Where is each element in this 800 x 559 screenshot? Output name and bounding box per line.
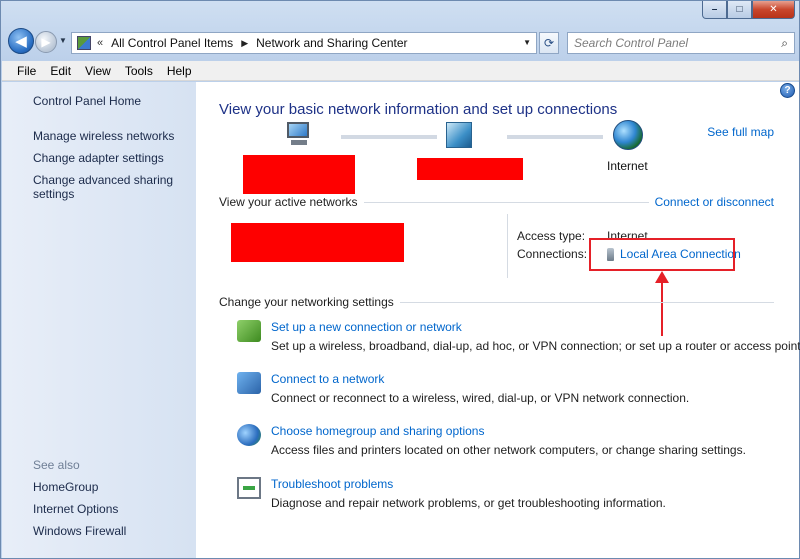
network-map-line [507, 135, 603, 139]
breadcrumb-all-items[interactable]: All Control Panel Items [111, 36, 233, 50]
troubleshoot-desc: Diagnose and repair network problems, or… [271, 496, 666, 510]
minimize-button[interactable]: – [702, 1, 727, 19]
menu-bar: File Edit View Tools Help [2, 61, 799, 81]
forward-arrow-icon[interactable]: ▶ [35, 31, 57, 53]
homegroup-icon [237, 424, 261, 446]
page-title: View your basic network information and … [219, 101, 618, 118]
sidebar: Control Panel Home Manage wireless netwo… [2, 82, 196, 558]
help-icon[interactable]: ? [780, 83, 795, 98]
connect-network-link[interactable]: Connect to a network [271, 372, 384, 386]
close-button[interactable]: ✕ [752, 1, 795, 19]
search-box: ⌕ [567, 32, 795, 54]
redacted-active-network [231, 223, 404, 262]
new-connection-icon [237, 320, 261, 342]
breadcrumb-separator[interactable]: ▶ [241, 38, 248, 49]
sidebar-change-sharing[interactable]: Change advanced sharing [33, 173, 173, 187]
annotation-arrow-line [661, 279, 663, 336]
setup-connection-link[interactable]: Set up a new connection or network [271, 320, 462, 334]
networking-settings-heading: Change your networking settings [219, 295, 400, 309]
address-bar[interactable]: « All Control Panel Items ▶ Network and … [71, 32, 537, 54]
menu-edit[interactable]: Edit [43, 64, 78, 78]
annotation-highlight-box [589, 238, 735, 271]
address-dropdown-icon[interactable]: ▼ [523, 38, 531, 47]
breadcrumb-overflow[interactable]: « [97, 37, 103, 49]
sidebar-change-adapter[interactable]: Change adapter settings [33, 151, 164, 165]
sidebar-manage-wireless[interactable]: Manage wireless networks [33, 129, 174, 143]
breadcrumb-network-center[interactable]: Network and Sharing Center [256, 36, 407, 50]
sidebar-internet-options[interactable]: Internet Options [33, 502, 118, 516]
troubleshoot-link[interactable]: Troubleshoot problems [271, 477, 393, 491]
computer-icon [285, 122, 313, 148]
navigation-bar: ◀ ▶ ▼ « All Control Panel Items ▶ Networ… [1, 23, 800, 61]
main-pane: ? View your basic network information an… [196, 82, 800, 558]
caption-buttons: – □ ✕ [702, 1, 795, 20]
network-map-line [341, 135, 437, 139]
connections-label: Connections: [517, 247, 588, 261]
network-hub-icon [446, 122, 472, 148]
history-dropdown-icon[interactable]: ▼ [59, 36, 67, 45]
maximize-button[interactable]: □ [727, 1, 752, 19]
setup-connection-desc: Set up a wireless, broadband, dial-up, a… [271, 339, 800, 353]
menu-help[interactable]: Help [160, 64, 199, 78]
troubleshoot-icon [237, 477, 261, 499]
active-networks-heading: View your active networks [219, 195, 364, 209]
control-panel-icon [77, 36, 91, 50]
globe-icon [613, 120, 643, 150]
refresh-icon[interactable]: ⟳ [539, 32, 559, 54]
sidebar-windows-firewall[interactable]: Windows Firewall [33, 524, 126, 538]
sidebar-change-sharing-cont[interactable]: settings [33, 187, 74, 201]
see-full-map-link[interactable]: See full map [707, 125, 774, 139]
connect-network-desc: Connect or reconnect to a wireless, wire… [271, 391, 690, 405]
sidebar-homegroup[interactable]: HomeGroup [33, 480, 98, 494]
homegroup-link[interactable]: Choose homegroup and sharing options [271, 424, 484, 438]
redacted-computer-name [243, 155, 355, 194]
search-input[interactable] [568, 33, 768, 53]
content-area: Control Panel Home Manage wireless netwo… [2, 82, 800, 558]
window: – □ ✕ ◀ ▶ ▼ « All Control Panel Items ▶ … [0, 0, 800, 559]
menu-tools[interactable]: Tools [118, 64, 160, 78]
see-also-heading: See also [33, 458, 80, 472]
homegroup-desc: Access files and printers located on oth… [271, 443, 746, 457]
connect-network-icon [237, 372, 261, 394]
access-type-label: Access type: [517, 229, 586, 243]
menu-file[interactable]: File [10, 64, 43, 78]
sidebar-control-panel-home[interactable]: Control Panel Home [33, 94, 141, 108]
redacted-network-name [417, 158, 523, 180]
menu-view[interactable]: View [78, 64, 118, 78]
connect-or-disconnect-link[interactable]: Connect or disconnect [648, 195, 774, 209]
internet-label: Internet [607, 159, 648, 173]
search-icon[interactable]: ⌕ [781, 36, 788, 51]
back-arrow-icon[interactable]: ◀ [8, 28, 34, 54]
vertical-divider [507, 214, 508, 278]
